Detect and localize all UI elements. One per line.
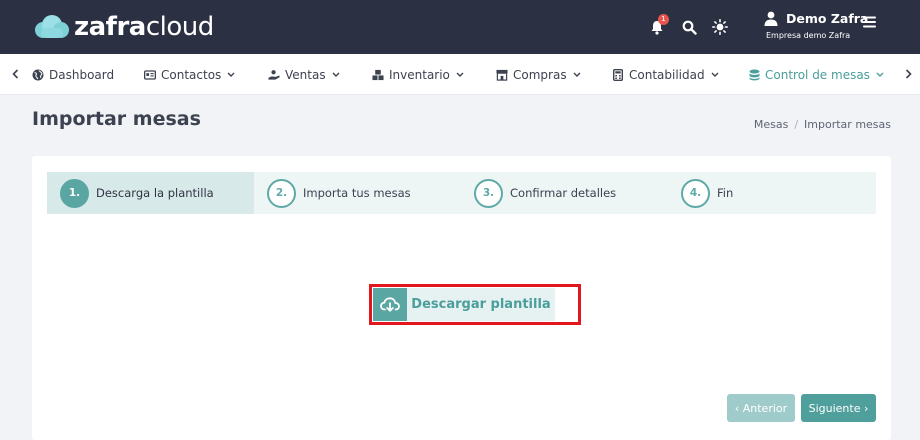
cloud-logo-icon: [35, 15, 69, 38]
notification-badge: 1: [658, 14, 669, 25]
page-title: Importar mesas: [32, 108, 201, 130]
chevron-down-icon: [227, 72, 235, 77]
step-label: Confirmar detalles: [510, 186, 617, 200]
download-template-button[interactable]: Descargar plantilla: [373, 288, 555, 321]
nav-item-inventario[interactable]: Inventario: [372, 54, 464, 95]
calculator-icon: [612, 68, 624, 81]
nav-item-label: Inventario: [389, 67, 450, 82]
wizard-steps: 1. Descarga la plantilla 2. Importa tus …: [47, 172, 876, 214]
hamburger-menu-icon: [863, 16, 876, 28]
import-wizard-card: 1. Descarga la plantilla 2. Importa tus …: [32, 156, 891, 440]
step-number: 3.: [474, 178, 503, 208]
user-name: Demo Zafra: [786, 11, 869, 26]
hamburger-menu-button[interactable]: [863, 13, 876, 32]
step-label: Descarga la plantilla: [96, 186, 214, 200]
nav-item-label: Compras: [513, 67, 567, 82]
logo-text: zafracloud: [74, 12, 214, 42]
chevron-down-icon: [573, 72, 581, 77]
top-header: zafracloud 1 Demo Zafra Empresa demo Zaf…: [0, 0, 920, 54]
nav-item-label: Contactos: [161, 67, 222, 82]
nav-item-ventas[interactable]: Ventas: [268, 54, 340, 95]
previous-button[interactable]: ‹ Anterior: [727, 394, 795, 422]
breadcrumb: Mesas / Importar mesas: [754, 118, 891, 131]
chevron-left-icon: [11, 69, 18, 79]
notifications-button[interactable]: 1: [646, 14, 669, 38]
nav-scroll-left[interactable]: [8, 66, 22, 82]
step-label: Importa tus mesas: [303, 186, 411, 200]
chevron-down-icon: [456, 72, 464, 77]
nav-item-label: Ventas: [285, 67, 326, 82]
breadcrumb-item-mesas[interactable]: Mesas: [754, 118, 788, 131]
nav-scroll-right[interactable]: [901, 66, 915, 82]
globe-icon: [32, 69, 44, 81]
search-button[interactable]: [678, 16, 700, 38]
nav-item-label: Contabilidad: [629, 67, 705, 82]
next-button[interactable]: Siguiente ›: [801, 394, 876, 422]
wizard-step-1[interactable]: 1. Descarga la plantilla: [47, 172, 254, 214]
nav-item-compras[interactable]: Compras: [496, 54, 581, 95]
user-icon: [764, 11, 778, 26]
boxes-icon: [372, 69, 384, 81]
id-card-icon: [144, 69, 156, 81]
nav-item-contabilidad[interactable]: Contabilidad: [612, 54, 719, 95]
user-company: Empresa demo Zafra: [766, 31, 851, 40]
step-number: 1.: [60, 178, 89, 208]
hand-coins-icon: [268, 69, 280, 81]
wizard-step-3[interactable]: 3. Confirmar detalles: [461, 172, 668, 214]
breadcrumb-separator: /: [794, 118, 799, 131]
nav-item-label: Dashboard: [49, 67, 115, 82]
nav-item-contactos[interactable]: Contactos: [144, 54, 235, 95]
chevron-down-icon: [332, 72, 340, 77]
nav-item-dashboard[interactable]: Dashboard: [32, 54, 114, 95]
chevron-down-icon: [711, 72, 719, 77]
store-icon: [496, 69, 508, 81]
step-number: 4.: [681, 178, 710, 208]
cloud-download-icon: [373, 288, 407, 321]
download-template-label: Descargar plantilla: [411, 297, 551, 312]
search-icon: [682, 20, 697, 35]
chevron-right-icon: [905, 69, 912, 79]
nav-item-label: Control de mesas: [765, 67, 870, 82]
nav-item-control-de-mesas[interactable]: Control de mesas: [748, 54, 884, 95]
wizard-step-4[interactable]: 4. Fin: [668, 172, 876, 214]
main-navigation: Dashboard Contactos Ventas Inventario Co…: [0, 54, 920, 95]
breadcrumb-item-current: Importar mesas: [804, 118, 891, 131]
sun-icon: [712, 19, 728, 35]
step-number: 2.: [267, 178, 296, 208]
database-icon: [748, 69, 760, 81]
step-label: Fin: [717, 186, 734, 200]
chevron-down-icon: [876, 72, 884, 77]
wizard-step-2[interactable]: 2. Importa tus mesas: [254, 172, 461, 214]
zafracloud-logo[interactable]: zafracloud: [32, 12, 214, 42]
theme-toggle-button[interactable]: [709, 16, 731, 38]
